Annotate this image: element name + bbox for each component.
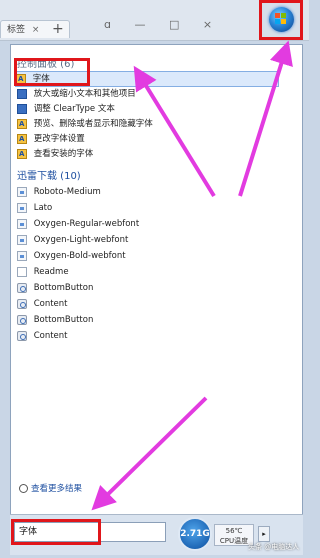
settings-file-icon bbox=[17, 330, 27, 341]
text-file-icon bbox=[17, 266, 27, 277]
fonts-folder-icon bbox=[17, 132, 27, 146]
see-more-label: 查看更多结果 bbox=[31, 484, 83, 494]
result-label: 查看安装的字体 bbox=[33, 149, 94, 159]
cleartype-icon bbox=[17, 103, 27, 114]
list-item[interactable]: Content bbox=[17, 297, 279, 311]
font-file-icon bbox=[17, 186, 27, 197]
watermark: 头条 @电脑达人 bbox=[248, 543, 300, 551]
result-label: BottomButton bbox=[33, 283, 94, 293]
result-cleartype[interactable]: 调整 ClearType 文本 bbox=[17, 102, 279, 116]
settings-file-icon bbox=[17, 314, 27, 325]
highlight-box bbox=[11, 519, 101, 545]
result-label: Readme bbox=[33, 267, 69, 277]
windows-orb-icon bbox=[269, 7, 294, 32]
close-tab-icon[interactable]: × bbox=[32, 25, 40, 35]
result-label: Oxygen-Bold-webfont bbox=[33, 251, 126, 261]
result-installed-fonts[interactable]: 查看安装的字体 bbox=[17, 147, 279, 161]
settings-file-icon bbox=[17, 298, 27, 309]
display-icon bbox=[17, 88, 27, 99]
highlight-box bbox=[14, 58, 90, 86]
result-zoom-text[interactable]: 放大或缩小文本和其他项目 bbox=[17, 87, 279, 101]
list-item[interactable]: Content bbox=[17, 329, 279, 343]
result-label: Roboto-Medium bbox=[33, 187, 101, 197]
list-item[interactable]: Readme bbox=[17, 265, 279, 279]
list-item[interactable]: Lato bbox=[17, 201, 279, 215]
start-button[interactable] bbox=[259, 0, 303, 40]
result-label: 放大或缩小文本和其他项目 bbox=[33, 89, 136, 99]
result-label: Oxygen-Light-webfont bbox=[33, 235, 129, 245]
font-file-icon bbox=[17, 218, 27, 229]
result-font-settings[interactable]: 更改字体设置 bbox=[17, 132, 279, 146]
browser-tab-label: 标签 bbox=[7, 25, 26, 35]
font-file-icon bbox=[17, 250, 27, 261]
window-controls[interactable]: ɑ — □ × bbox=[104, 18, 222, 31]
list-item[interactable]: Oxygen-Light-webfont bbox=[17, 233, 279, 247]
list-item[interactable]: Oxygen-Regular-webfont bbox=[17, 217, 279, 231]
cpu-speed-badge[interactable]: 2.71G bbox=[178, 517, 212, 551]
result-label: Content bbox=[33, 299, 68, 309]
result-label: 预览、删除或者显示和隐藏字体 bbox=[33, 119, 153, 129]
list-item[interactable]: Oxygen-Bold-webfont bbox=[17, 249, 279, 263]
result-label: Lato bbox=[33, 203, 53, 213]
shutdown-arrow-button[interactable]: ▸ bbox=[258, 526, 270, 542]
list-item[interactable]: BottomButton bbox=[17, 313, 279, 327]
list-item[interactable]: Roboto-Medium bbox=[17, 185, 279, 199]
result-label: 更改字体设置 bbox=[33, 134, 85, 144]
list-item[interactable]: BottomButton bbox=[17, 281, 279, 295]
font-file-icon bbox=[17, 234, 27, 245]
new-tab-button[interactable]: + bbox=[52, 20, 64, 38]
result-preview-fonts[interactable]: 预览、删除或者显示和隐藏字体 bbox=[17, 117, 279, 131]
result-label: Oxygen-Regular-webfont bbox=[33, 219, 140, 229]
cpu-temp-value: 56℃ bbox=[225, 527, 243, 535]
windows-logo-icon bbox=[275, 13, 288, 26]
result-label: 调整 ClearType 文本 bbox=[33, 104, 115, 114]
result-label: BottomButton bbox=[33, 315, 94, 325]
see-more-results-link[interactable]: 查看更多结果 bbox=[19, 482, 82, 494]
downloads-header[interactable]: 迅雷下载 (10) bbox=[17, 167, 81, 182]
fonts-folder-icon bbox=[17, 147, 27, 161]
result-label: Content bbox=[33, 331, 68, 341]
font-file-icon bbox=[17, 202, 27, 213]
browser-top-bar: 标签 × + ɑ — □ × bbox=[0, 0, 309, 41]
search-icon bbox=[19, 484, 28, 493]
start-menu-results: 控制面板 (6) 字体 放大或缩小文本和其他项目 调整 ClearType 文本… bbox=[10, 44, 303, 554]
settings-file-icon bbox=[17, 282, 27, 293]
fonts-folder-icon bbox=[17, 117, 27, 131]
